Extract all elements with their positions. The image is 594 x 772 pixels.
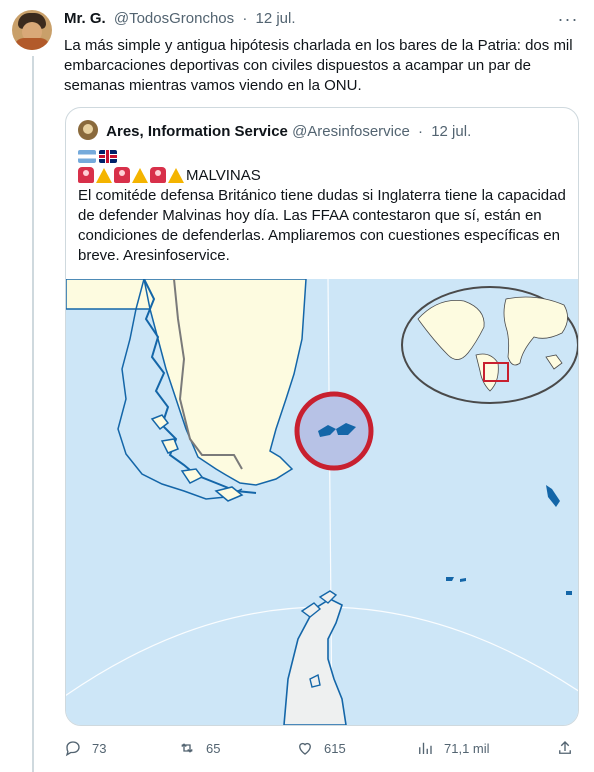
alert-line: MALVINAS (78, 166, 261, 186)
tweet-text: La más simple y antigua hipótesis charla… (64, 37, 573, 94)
warning-icon (168, 168, 184, 183)
thread-line (32, 56, 34, 772)
retweet-button[interactable]: 65 (178, 736, 220, 760)
siren-icon (114, 167, 130, 183)
siren-icon (78, 167, 94, 183)
views-button[interactable]: 71,1 mil (416, 736, 490, 760)
alert-word: MALVINAS (186, 167, 261, 184)
like-button[interactable]: 615 (296, 736, 346, 760)
tweet-time[interactable]: 12 jul. (256, 10, 296, 27)
quoted-author-name: Ares, Information Service (106, 123, 288, 140)
views-chart-icon (419, 742, 432, 754)
author-avatar[interactable] (12, 10, 52, 50)
more-options-icon[interactable]: ··· (556, 8, 580, 32)
quoted-author-handle: @Aresinfoservice (292, 123, 410, 140)
map-image[interactable] (66, 279, 578, 725)
heart-icon (299, 742, 311, 755)
inset-globe (401, 286, 578, 404)
like-count: 615 (324, 740, 346, 756)
retweet-count: 65 (206, 740, 221, 756)
quoted-tweet-time: 12 jul. (431, 123, 472, 140)
reply-button[interactable]: 73 (64, 736, 106, 760)
warning-icon (132, 168, 148, 183)
warning-icon (96, 168, 112, 183)
quoted-tweet[interactable]: Ares, Information Service @Aresinfoservi… (65, 107, 579, 726)
separator-dot: · (242, 10, 248, 27)
author-handle[interactable]: @TodosGronchos (114, 10, 234, 27)
siren-icon (150, 167, 166, 183)
quoted-author-avatar (78, 120, 98, 140)
share-icon (559, 741, 571, 754)
flags-row (78, 148, 120, 164)
action-bar: 73 65 615 71,1 mil (64, 736, 584, 760)
quoted-tweet-header: Ares, Information Service @Aresinfoservi… (78, 120, 471, 140)
argentina-flag-icon (78, 150, 96, 164)
share-button[interactable] (556, 736, 574, 760)
author-name[interactable]: Mr. G. (64, 10, 106, 27)
reply-count: 73 (92, 740, 107, 756)
tweet-header: Mr. G. @TodosGronchos · 12 jul. ··· (64, 8, 580, 32)
quoted-tweet-text: El comitéde defensa Británico tiene duda… (78, 187, 566, 264)
retweet-icon (181, 743, 193, 753)
uk-flag-icon (99, 150, 117, 164)
separator-dot: · (418, 123, 424, 140)
reply-icon (65, 741, 80, 757)
views-count: 71,1 mil (444, 740, 490, 756)
